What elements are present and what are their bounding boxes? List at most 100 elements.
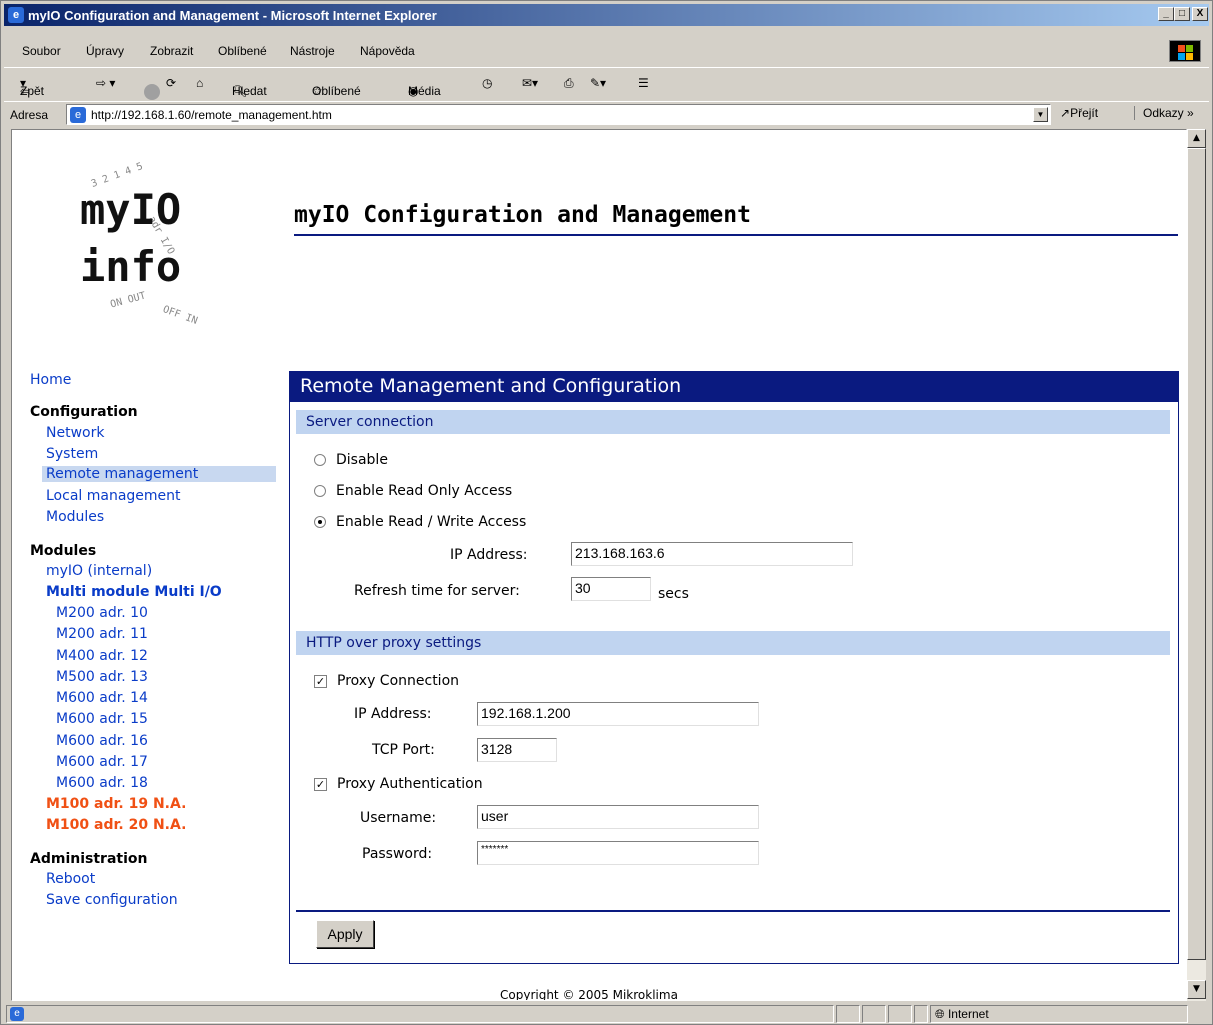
status-main: e: [6, 1005, 834, 1023]
print-icon[interactable]: ⎙: [564, 76, 574, 91]
back-label: Zpět: [20, 84, 45, 98]
discuss-icon[interactable]: ☰: [638, 76, 649, 90]
refresh-time-input[interactable]: 30: [571, 577, 651, 601]
nav-save-configuration[interactable]: Save configuration: [46, 892, 178, 908]
tcp-port-label: TCP Port:: [372, 742, 435, 758]
nav-reboot[interactable]: Reboot: [46, 871, 95, 887]
status-cell: [888, 1005, 912, 1023]
address-label: Adresa: [10, 108, 49, 122]
go-button[interactable]: ↗Přejít: [1060, 106, 1098, 120]
menu-edit[interactable]: Úpravy: [86, 44, 124, 58]
nav-system[interactable]: System: [46, 446, 98, 462]
checkbox-checked-icon[interactable]: ✓: [314, 777, 327, 791]
mail-icon[interactable]: ✉▾: [522, 76, 538, 90]
menu-file[interactable]: Soubor: [22, 44, 61, 58]
internet-globe-icon: 🌐︎: [935, 1007, 945, 1021]
apply-button[interactable]: Apply: [316, 920, 374, 948]
nav-module-item[interactable]: M600 adr. 16: [56, 733, 148, 749]
address-bar: Adresa e http://192.168.1.60/remote_mana…: [4, 101, 1209, 127]
chevron-down-icon[interactable]: ▼: [1033, 107, 1048, 122]
vertical-scrollbar[interactable]: ▲ ▼: [1187, 129, 1206, 1001]
edit-icon[interactable]: ✎▾: [590, 76, 606, 90]
radio-circle-icon[interactable]: [314, 485, 326, 497]
radio-read-only[interactable]: Enable Read Only Access: [314, 483, 512, 499]
nav-module-item[interactable]: M600 adr. 14: [56, 690, 148, 706]
nav-module-na[interactable]: M100 adr. 20 N.A.: [46, 817, 186, 833]
maximize-button[interactable]: □: [1174, 7, 1190, 21]
status-cell: [914, 1005, 928, 1023]
username-input[interactable]: user: [477, 805, 759, 829]
radio-circle-icon[interactable]: [314, 454, 326, 466]
password-input[interactable]: *******: [477, 841, 759, 865]
toolbar: ⇦ Zpět ▾ ⇨ ▾ ⟳ ⌂ 🔍︎ Hledat ☆ Oblíbené ◉ Médi…: [4, 67, 1209, 100]
server-connection-header: Server connection: [296, 410, 1170, 434]
radio-read-write-label: Enable Read / Write Access: [336, 514, 527, 530]
menu-tools[interactable]: Nástroje: [290, 44, 335, 58]
copyright: Copyright © 2005 Mikroklima: [500, 988, 678, 1001]
radio-disable-label: Disable: [336, 452, 388, 468]
menu-favorites[interactable]: Oblíbené: [218, 44, 267, 58]
nav-module-na[interactable]: M100 adr. 19 N.A.: [46, 796, 186, 812]
status-bar: e 🌐︎ Internet: [4, 1004, 1209, 1024]
home-icon[interactable]: ⌂: [196, 76, 203, 90]
proxy-auth-label: Proxy Authentication: [337, 776, 483, 792]
refresh-unit: secs: [658, 586, 689, 602]
status-cell: [862, 1005, 886, 1023]
forward-button[interactable]: ⇨ ▾: [96, 76, 115, 90]
nav-local-management[interactable]: Local management: [46, 488, 181, 504]
tcp-port-input[interactable]: 3128: [477, 738, 557, 762]
address-input[interactable]: e http://192.168.1.60/remote_management.…: [66, 104, 1051, 125]
nav-home[interactable]: Home: [30, 372, 71, 388]
windows-logo-icon: [1169, 40, 1201, 62]
scroll-down-icon[interactable]: ▼: [1187, 980, 1206, 999]
proxy-ip-label: IP Address:: [354, 706, 432, 722]
minimize-button[interactable]: _: [1158, 7, 1174, 21]
server-ip-input[interactable]: 213.168.163.6: [571, 542, 853, 566]
nav-modules[interactable]: Modules: [46, 509, 104, 525]
go-arrow-icon: ↗: [1060, 106, 1071, 120]
status-cell: [836, 1005, 860, 1023]
proxy-auth-checkbox[interactable]: ✓ Proxy Authentication: [314, 776, 483, 792]
search-label: Hledat: [232, 84, 267, 98]
nav-module-item[interactable]: M200 adr. 11: [56, 626, 148, 642]
page-icon: e: [70, 107, 86, 123]
refresh-icon[interactable]: ⟳: [166, 76, 176, 90]
ie-icon: e: [8, 7, 24, 23]
nav-module-multi[interactable]: Multi module Multi I/O: [46, 584, 222, 600]
nav-module-myio[interactable]: myIO (internal): [46, 563, 152, 579]
scroll-thumb[interactable]: [1187, 148, 1206, 960]
page-title: myIO Configuration and Management: [294, 202, 751, 228]
radio-read-write[interactable]: Enable Read / Write Access: [314, 514, 526, 530]
nav-module-item[interactable]: M400 adr. 12: [56, 648, 148, 664]
nav-module-item[interactable]: M600 adr. 15: [56, 711, 148, 727]
proxy-connection-checkbox[interactable]: ✓ Proxy Connection: [314, 673, 459, 689]
proxy-ip-input[interactable]: 192.168.1.200: [477, 702, 759, 726]
go-label: Přejít: [1070, 106, 1099, 120]
nav-module-item[interactable]: M500 adr. 13: [56, 669, 148, 685]
scroll-up-icon[interactable]: ▲: [1187, 129, 1206, 148]
username-label: Username:: [360, 810, 437, 826]
nav-module-item[interactable]: M200 adr. 10: [56, 605, 148, 621]
history-icon[interactable]: ◷: [482, 76, 492, 90]
nav-remote-management[interactable]: Remote management: [42, 466, 276, 482]
window-title: myIO Configuration and Management - Micr…: [28, 8, 437, 23]
nav-module-item[interactable]: M600 adr. 18: [56, 775, 148, 791]
page-status-icon: e: [10, 1007, 24, 1021]
links-button[interactable]: Odkazy »: [1134, 106, 1194, 120]
password-label: Password:: [362, 846, 433, 862]
nav-module-item[interactable]: M600 adr. 17: [56, 754, 148, 770]
checkbox-checked-icon[interactable]: ✓: [314, 674, 327, 688]
radio-read-only-label: Enable Read Only Access: [336, 483, 513, 499]
radio-disable[interactable]: Disable: [314, 452, 388, 468]
media-label: Média: [408, 84, 441, 98]
radio-selected-icon[interactable]: [314, 516, 326, 528]
server-ip-label: IP Address:: [450, 547, 528, 563]
close-button[interactable]: X: [1192, 7, 1208, 21]
menu-bar: Soubor Úpravy Zobrazit Oblíbené Nástroje…: [4, 39, 1209, 63]
browser-window: e myIO Configuration and Management - Mi…: [0, 0, 1213, 1025]
menu-view[interactable]: Zobrazit: [150, 44, 193, 58]
title-divider: [294, 234, 1178, 236]
menu-help[interactable]: Nápověda: [360, 44, 415, 58]
nav-network[interactable]: Network: [46, 425, 104, 441]
back-button[interactable]: ⇦ Zpět ▾: [20, 76, 44, 98]
